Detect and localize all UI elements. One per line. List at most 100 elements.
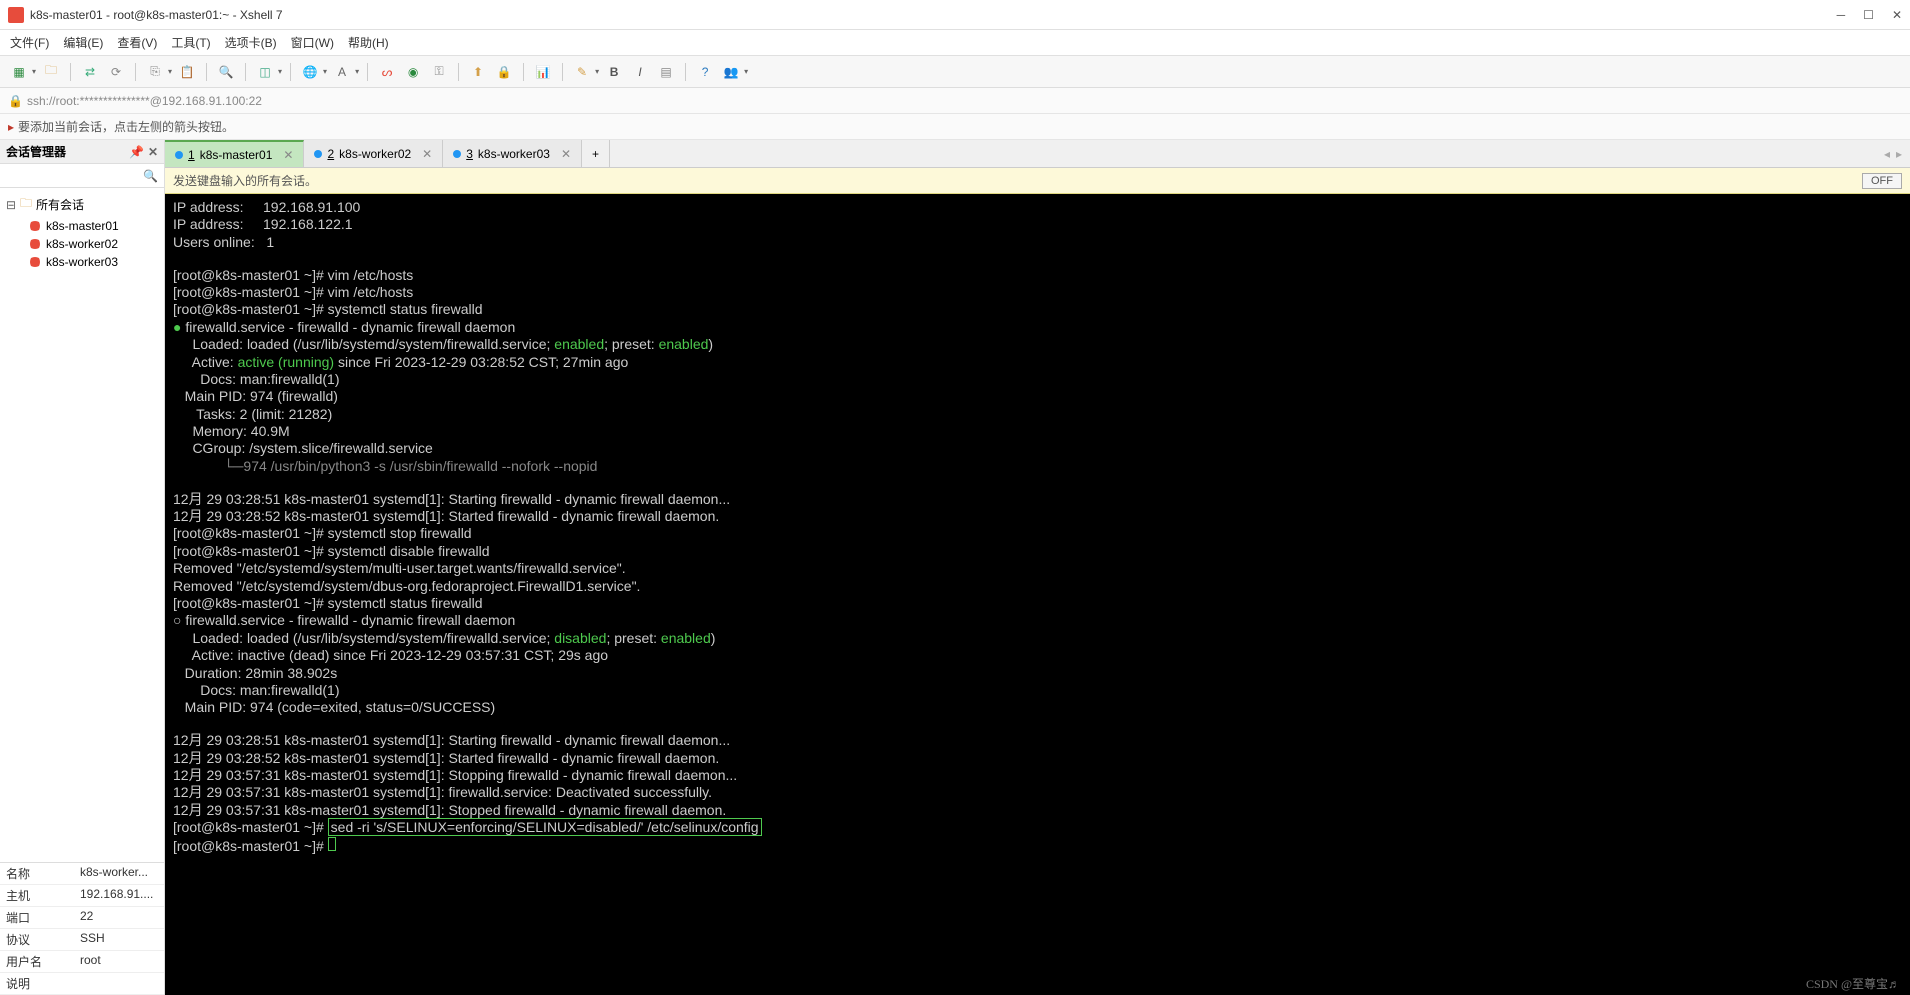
- copy-icon[interactable]: ⎘: [144, 61, 166, 83]
- term-line: firewalld.service - firewalld - dynamic …: [185, 319, 515, 335]
- tree-item-worker02[interactable]: k8s-worker02: [0, 235, 164, 253]
- italic-icon[interactable]: I: [629, 61, 651, 83]
- term-line: CGroup: /system.slice/firewalld.service: [173, 440, 433, 456]
- menu-edit[interactable]: 编辑(E): [63, 34, 103, 51]
- term-line: 12月 29 03:28:52 k8s-master01 systemd[1]:…: [173, 750, 719, 766]
- connect-icon[interactable]: ⇄: [79, 61, 101, 83]
- menu-file[interactable]: 文件(F): [10, 34, 49, 51]
- bold-icon[interactable]: B: [603, 61, 625, 83]
- tab-close-icon[interactable]: ✕: [283, 148, 293, 162]
- watermark: CSDN @至尊宝♬: [1806, 978, 1900, 991]
- tab-next-icon[interactable]: ▸: [1896, 147, 1902, 161]
- session-tree: ⊟ 🗀 所有会话 k8s-master01 k8s-worker02 k8s-w…: [0, 188, 164, 862]
- tab-master01[interactable]: 1 k8s-master01 ✕: [165, 140, 304, 167]
- term-highlighted-cmd: sed -ri 's/SELINUX=enforcing/SELINUX=dis…: [328, 818, 762, 836]
- tree-root[interactable]: ⊟ 🗀 所有会话: [0, 192, 164, 217]
- tab-number: 1: [188, 148, 195, 162]
- swirl-icon[interactable]: ᔕ: [376, 61, 398, 83]
- tree-item-label: k8s-master01: [46, 219, 119, 233]
- status-bullet-icon: ●: [173, 319, 185, 335]
- open-icon[interactable]: 🗀: [40, 61, 62, 83]
- tip-bar: ▸ 要添加当前会话，点击左侧的箭头按钮。: [0, 114, 1910, 140]
- search-icon[interactable]: 🔍: [215, 61, 237, 83]
- term-line: 12月 29 03:57:31 k8s-master01 systemd[1]:…: [173, 784, 712, 800]
- prop-port-v: 22: [76, 907, 164, 928]
- prop-desc-v: [76, 973, 164, 994]
- font-icon[interactable]: A: [331, 61, 353, 83]
- term-disabled: disabled: [554, 630, 606, 646]
- prop-port-k: 端口: [0, 907, 76, 928]
- term-line: 12月 29 03:57:31 k8s-master01 systemd[1]:…: [173, 767, 737, 783]
- term-line: Active:: [173, 354, 238, 370]
- tab-worker03[interactable]: 3 k8s-worker03 ✕: [443, 140, 582, 167]
- prop-name-k: 名称: [0, 863, 76, 884]
- tab-add[interactable]: +: [582, 140, 610, 167]
- prop-proto-v: SSH: [76, 929, 164, 950]
- layout-icon[interactable]: ◫: [254, 61, 276, 83]
- menu-help[interactable]: 帮助(H): [348, 34, 389, 51]
- collapse-icon[interactable]: ⊟: [6, 198, 16, 212]
- session-sidebar: 会话管理器 📌 ✕ 🔍 ⊟ 🗀 所有会话 k8s-master01 k8s-wo…: [0, 140, 165, 995]
- minimize-button[interactable]: ─: [1837, 8, 1846, 22]
- key-icon[interactable]: ⚿: [428, 61, 450, 83]
- reconnect-icon[interactable]: ⟳: [105, 61, 127, 83]
- new-session-icon[interactable]: ▦: [8, 61, 30, 83]
- broadcast-toggle[interactable]: OFF: [1862, 173, 1902, 189]
- term-line: 12月 29 03:28:51 k8s-master01 systemd[1]:…: [173, 732, 730, 748]
- users-icon[interactable]: 👥: [720, 61, 742, 83]
- window-title: k8s-master01 - root@k8s-master01:~ - Xsh…: [30, 8, 1837, 22]
- cursor-icon: [328, 837, 336, 851]
- globe-icon[interactable]: 🌐: [299, 61, 321, 83]
- menu-tools[interactable]: 工具(T): [171, 34, 210, 51]
- menu-tabs[interactable]: 选项卡(B): [225, 34, 277, 51]
- term-line: 12月 29 03:57:31 k8s-master01 systemd[1]:…: [173, 802, 726, 818]
- session-icon: [28, 255, 42, 269]
- prop-user-v: root: [76, 951, 164, 972]
- tab-number: 2: [327, 147, 334, 161]
- term-line: Removed "/etc/systemd/system/dbus-org.fe…: [173, 578, 640, 594]
- tree-item-label: k8s-worker02: [46, 237, 118, 251]
- term-line: Removed "/etc/systemd/system/multi-user.…: [173, 560, 626, 576]
- help-icon[interactable]: ?: [694, 61, 716, 83]
- term-line: Memory: 40.9M: [173, 423, 290, 439]
- tree-item-worker03[interactable]: k8s-worker03: [0, 253, 164, 271]
- tip-text: 要添加当前会话，点击左侧的箭头按钮。: [18, 118, 234, 135]
- sidebar-search[interactable]: 🔍: [0, 164, 164, 188]
- pin-icon[interactable]: 📌: [129, 145, 144, 159]
- menu-view[interactable]: 查看(V): [117, 34, 157, 51]
- tab-label: k8s-worker02: [339, 147, 411, 161]
- term-line: [root@k8s-master01 ~]# vim /etc/hosts: [173, 267, 413, 283]
- address-lock-icon: 🔒: [8, 94, 23, 108]
- prop-host-k: 主机: [0, 885, 76, 906]
- stats-icon[interactable]: 📊: [532, 61, 554, 83]
- sidebar-title: 会话管理器: [6, 143, 66, 160]
- upload-icon[interactable]: ⬆: [467, 61, 489, 83]
- status-dot-icon: [175, 151, 183, 159]
- tab-close-icon[interactable]: ✕: [561, 147, 571, 161]
- term-line: ): [711, 630, 716, 646]
- tab-prev-icon[interactable]: ◂: [1884, 147, 1890, 161]
- session-icon: [28, 237, 42, 251]
- maximize-button[interactable]: ☐: [1863, 8, 1874, 22]
- badge-icon[interactable]: ◉: [402, 61, 424, 83]
- broadcast-text: 发送键盘输入的所有会话。: [173, 172, 317, 189]
- term-line: Tasks: 2 (limit: 21282): [173, 406, 332, 422]
- close-button[interactable]: ✕: [1892, 8, 1902, 22]
- term-prompt: [root@k8s-master01 ~]#: [173, 819, 328, 835]
- paste-icon[interactable]: 📋: [176, 61, 198, 83]
- table-icon[interactable]: ▤: [655, 61, 677, 83]
- terminal[interactable]: IP address: 192.168.91.100 IP address: 1…: [165, 194, 1910, 995]
- tree-item-master01[interactable]: k8s-master01: [0, 217, 164, 235]
- lock-icon[interactable]: 🔒: [493, 61, 515, 83]
- sidebar-header: 会话管理器 📌 ✕: [0, 140, 164, 164]
- highlight-icon[interactable]: ✎: [571, 61, 593, 83]
- tab-close-icon[interactable]: ✕: [422, 147, 432, 161]
- menu-window[interactable]: 窗口(W): [291, 34, 334, 51]
- flag-icon: ▸: [8, 120, 14, 134]
- address-bar[interactable]: 🔒 ssh://root:***************@192.168.91.…: [0, 88, 1910, 114]
- tab-worker02[interactable]: 2 k8s-worker02 ✕: [304, 140, 443, 167]
- term-enabled: enabled: [661, 630, 711, 646]
- status-bullet-icon: ○: [173, 612, 185, 628]
- term-line: Users online: 1: [173, 234, 274, 250]
- sidebar-close-icon[interactable]: ✕: [148, 145, 158, 159]
